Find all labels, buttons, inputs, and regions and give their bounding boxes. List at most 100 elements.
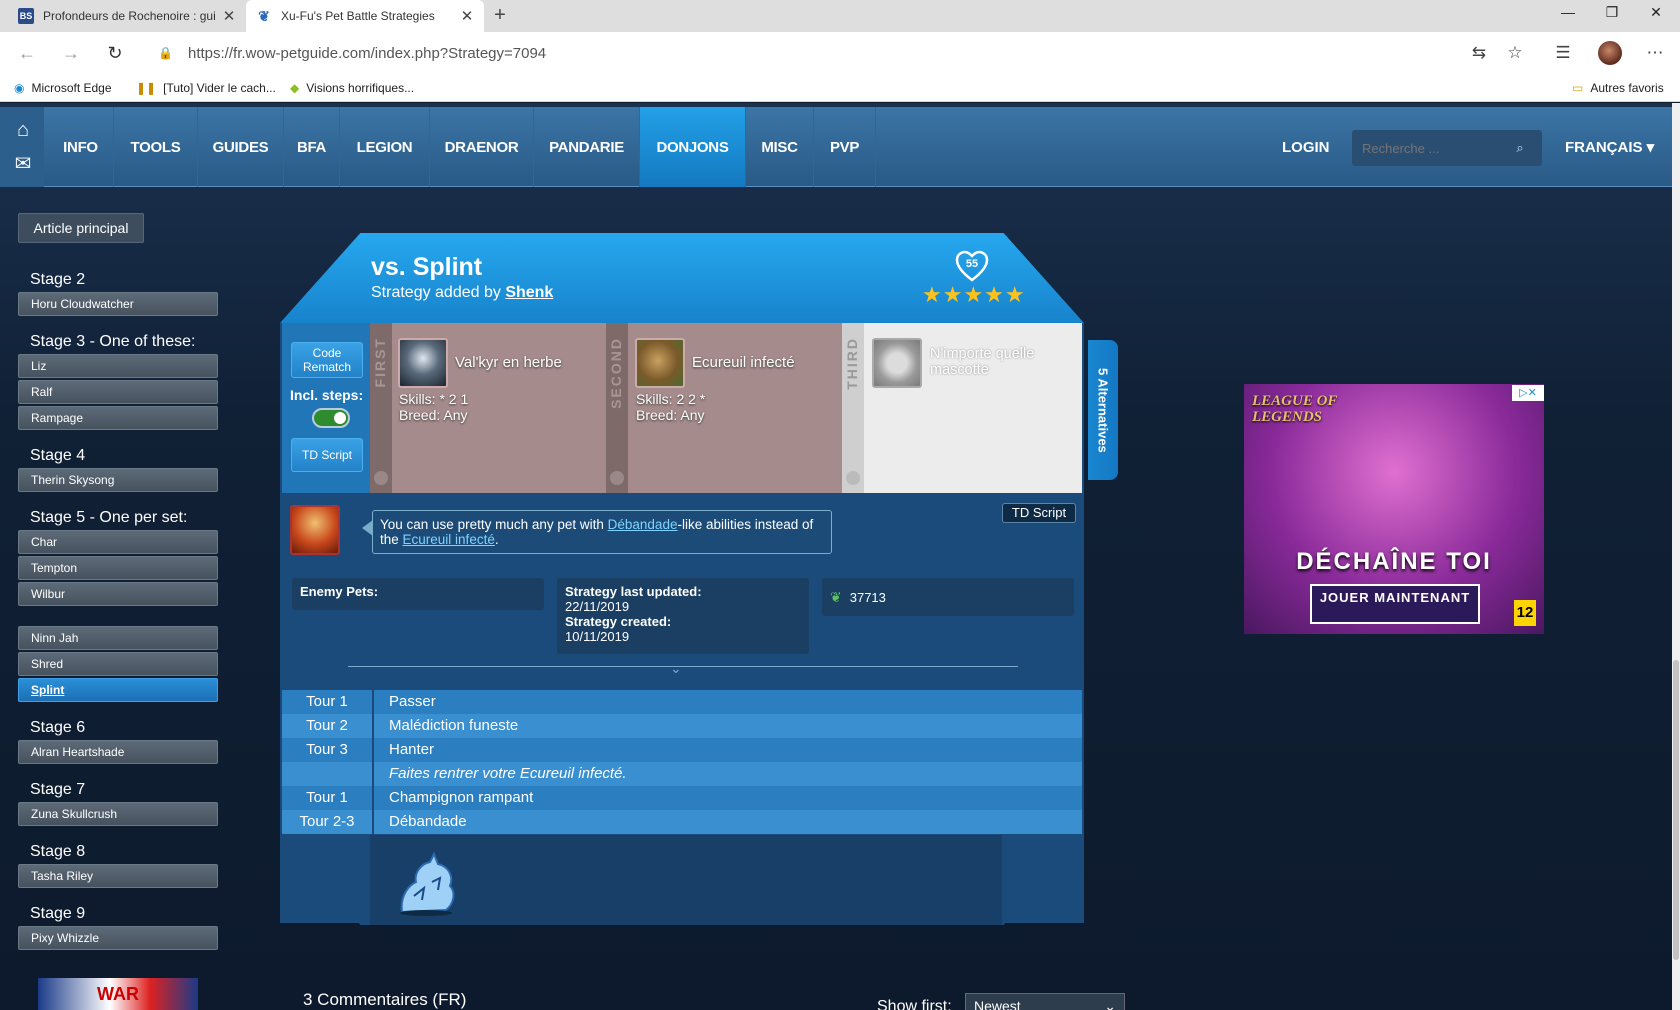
other-favorites[interactable]: ▭ Autres favoris: [1572, 74, 1664, 102]
strategy-dates-box: Strategy last updated: 22/11/2019 Strate…: [557, 578, 809, 654]
home-icon[interactable]: ⌂: [10, 117, 36, 143]
bookmark-edge[interactable]: ◉ Microsoft Edge: [14, 74, 112, 102]
chevron-down-icon[interactable]: ⌄: [670, 660, 682, 677]
sidebar-item-tempton[interactable]: Tempton: [18, 556, 218, 580]
nav-bfa[interactable]: BFA: [284, 107, 340, 187]
td-script-tag[interactable]: TD Script: [1002, 503, 1076, 523]
stage-5-title: Stage 5 - One per set:: [30, 509, 188, 526]
url-field[interactable]: 🔒 https://fr.wow-petguide.com/index.php?…: [152, 38, 1454, 68]
login-link[interactable]: LOGIN: [1282, 107, 1332, 187]
search-icon[interactable]: ⌕: [1502, 140, 1538, 156]
new-tab-button[interactable]: +: [486, 4, 514, 28]
close-tab-icon[interactable]: ✕: [460, 7, 474, 25]
sidebar-item-therin[interactable]: Therin Skysong: [18, 468, 218, 492]
sidebar-item-tasha[interactable]: Tasha Riley: [18, 864, 218, 888]
minimize-icon[interactable]: —: [1546, 0, 1590, 32]
forward-icon[interactable]: →: [58, 40, 84, 66]
turn-row: Tour 2 Malédiction funeste: [282, 714, 1082, 738]
sidebar-item-splint[interactable]: Splint: [18, 678, 218, 702]
valkyr-pet-icon[interactable]: [398, 338, 448, 388]
turn-row: Tour 3 Hanter: [282, 738, 1082, 762]
scrollbar-thumb[interactable]: [1673, 660, 1679, 960]
strategy-title: vs. Splint: [371, 253, 483, 281]
tip-link-ecureuil[interactable]: Ecureuil infecté: [403, 532, 495, 547]
turn-row: Faites rentrer votre Ecureuil infecté.: [282, 762, 1082, 786]
sidebar-item-zuna[interactable]: Zuna Skullcrush: [18, 802, 218, 826]
alternatives-label[interactable]: 5 Alternatives: [1088, 345, 1118, 475]
folder-icon: ▭: [1572, 81, 1584, 95]
nav-pvp[interactable]: PVP: [814, 107, 876, 187]
rating-stars[interactable]: ★★★★★: [922, 282, 1026, 308]
main-article-button[interactable]: Article principal: [18, 213, 144, 243]
sidebar-item-horu[interactable]: Horu Cloudwatcher: [18, 292, 218, 316]
favorite-star-icon[interactable]: ☆: [1502, 40, 1528, 66]
sidebar-item-ninn-jah[interactable]: Ninn Jah: [18, 626, 218, 650]
npc-portrait: [290, 505, 340, 555]
sidebar-item-shred[interactable]: Shred: [18, 652, 218, 676]
bookmark-tuto[interactable]: ❚❚ [Tuto] Vider le cach...: [136, 74, 276, 102]
tip-link-debandade[interactable]: Débandade: [608, 517, 678, 532]
edge-icon: ◉: [14, 81, 25, 95]
pet-name-first[interactable]: Val'kyr en herbe: [455, 354, 562, 371]
nav-tools[interactable]: TOOLS: [114, 107, 198, 187]
slot-label-third: THIRD: [842, 323, 864, 493]
restore-icon[interactable]: ❐: [1590, 0, 1634, 32]
mail-icon[interactable]: ✉: [10, 151, 36, 177]
sidebar-item-liz[interactable]: Liz: [18, 354, 218, 378]
sidebar-item-rampage[interactable]: Rampage: [18, 406, 218, 430]
ad-close-icon[interactable]: ▷✕: [1512, 385, 1544, 401]
more-menu-icon[interactable]: ⋯: [1642, 40, 1668, 66]
author-link[interactable]: Shenk: [505, 284, 553, 301]
tab-title-1: Profondeurs de Rochenoire : gui: [43, 9, 216, 23]
sidebar-item-alran[interactable]: Alran Heartshade: [18, 740, 218, 764]
paw-icon: ❦: [258, 7, 270, 24]
turn-row: Tour 2-3 Débandade: [282, 810, 1082, 834]
any-pet-icon[interactable]: [872, 338, 922, 388]
splint-pet-image: [400, 852, 455, 916]
squirrel-pet-icon[interactable]: [635, 338, 685, 388]
sidebar-item-pixy[interactable]: Pixy Whizzle: [18, 926, 218, 950]
slot-label-second: SECOND: [606, 323, 628, 493]
url-text: https://fr.wow-petguide.com/index.php?St…: [188, 44, 547, 62]
comment-sort-select[interactable]: Newest ⌄: [965, 993, 1125, 1010]
ad-age-rating: 12: [1514, 600, 1536, 626]
nav-donjons[interactable]: DONJONS: [640, 107, 746, 187]
favorites-icon[interactable]: ☰: [1550, 40, 1576, 66]
code-rematch-button[interactable]: Code Rematch: [291, 342, 363, 378]
sidebar-item-char[interactable]: Char: [18, 530, 218, 554]
language-select[interactable]: FRANÇAIS ▾: [1565, 107, 1654, 187]
views-box: ❦ 37713: [822, 578, 1074, 616]
close-window-icon[interactable]: ✕: [1634, 0, 1678, 32]
sidebar-ad[interactable]: WAR: [38, 978, 198, 1010]
refresh-icon[interactable]: ↻: [102, 40, 128, 66]
close-tab-icon[interactable]: ✕: [222, 7, 236, 25]
incl-steps-toggle[interactable]: [312, 408, 350, 428]
bookmark-visions[interactable]: ◆ Visions horrifiques...: [290, 74, 414, 102]
nav-info[interactable]: INFO: [48, 107, 114, 187]
sidebar-item-wilbur[interactable]: Wilbur: [18, 582, 218, 606]
nav-pandarie[interactable]: PANDARIE: [534, 107, 640, 187]
back-icon[interactable]: ←: [14, 40, 40, 66]
browser-tab-2[interactable]: ❦ Xu-Fu's Pet Battle Strategies ✕: [246, 0, 484, 32]
nav-misc[interactable]: MISC: [746, 107, 814, 187]
pet-name-second[interactable]: Ecureuil infecté: [692, 354, 795, 371]
views-count: 37713: [849, 589, 886, 605]
site-search: ⌕: [1352, 130, 1542, 166]
search-input[interactable]: [1352, 140, 1502, 156]
td-script-button[interactable]: TD Script: [291, 438, 363, 472]
browser-tab-1[interactable]: BS Profondeurs de Rochenoire : gui ✕: [8, 0, 246, 32]
translate-icon[interactable]: ⇆: [1466, 40, 1492, 66]
show-first-label: Show first:: [877, 998, 952, 1010]
sidebar-item-ralf[interactable]: Ralf: [18, 380, 218, 404]
turn-row: Tour 1 Champignon rampant: [282, 786, 1082, 810]
pet-name-third[interactable]: N'importe quelle mascotte: [930, 346, 1080, 378]
nav-legion[interactable]: LEGION: [340, 107, 430, 187]
footer-strip: [370, 835, 1002, 925]
nav-draenor[interactable]: DRAENOR: [430, 107, 534, 187]
nav-guides[interactable]: GUIDES: [198, 107, 284, 187]
skull-icon: [374, 471, 388, 485]
profile-avatar[interactable]: [1598, 41, 1622, 65]
ad-cta-button[interactable]: JOUER MAINTENANT: [1310, 584, 1480, 624]
likes-count: 55: [965, 258, 979, 270]
turn-row: Tour 1 Passer: [282, 690, 1082, 714]
